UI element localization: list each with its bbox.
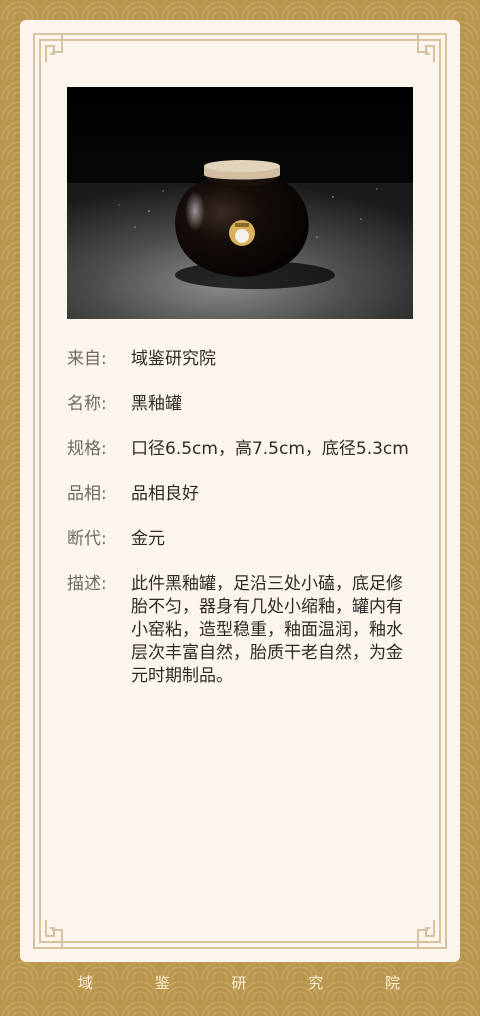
detail-row-name: 名称: 黑釉罐 xyxy=(67,393,417,416)
detail-value: 品相良好 xyxy=(131,484,199,504)
jar-image xyxy=(67,87,413,319)
detail-label: 描述: xyxy=(67,574,107,594)
item-photo xyxy=(67,87,413,319)
detail-value: 金元 xyxy=(131,529,165,549)
detail-value: 口径6.5cm，高7.5cm，底径5.3cm xyxy=(131,439,409,459)
footer-char: 研 xyxy=(231,973,249,992)
detail-label: 品相: xyxy=(67,484,107,504)
footer-char: 究 xyxy=(308,973,326,992)
detail-value: 域鉴研究院 xyxy=(131,349,216,369)
detail-value: 此件黑釉罐，足沿三处小磕，底足修胎不匀，器身有几处小缩釉，罐内有小窑粘，造型稳重… xyxy=(131,574,403,686)
detail-row-condition: 品相: 品相良好 xyxy=(67,483,417,506)
detail-row-dating: 断代: 金元 xyxy=(67,528,417,551)
footer-char: 鉴 xyxy=(154,973,172,992)
footer-char: 域 xyxy=(77,973,95,992)
detail-row-description: 描述: 此件黑釉罐，足沿三处小磕，底足修胎不匀，器身有几处小缩釉，罐内有小窑粘，… xyxy=(67,573,417,688)
detail-row-source: 来自: 域鉴研究院 xyxy=(67,348,417,371)
footer-char: 院 xyxy=(385,973,403,992)
detail-value: 黑釉罐 xyxy=(131,394,182,414)
item-card: 来自: 域鉴研究院 名称: 黑釉罐 规格: 口径6.5cm，高7.5cm，底径5… xyxy=(20,20,460,962)
footer-brand: 域 鉴 研 究 院 xyxy=(0,962,480,1002)
detail-label: 名称: xyxy=(67,394,107,414)
detail-label: 来自: xyxy=(67,349,107,369)
item-details: 来自: 域鉴研究院 名称: 黑釉罐 规格: 口径6.5cm，高7.5cm，底径5… xyxy=(67,348,417,710)
detail-label: 规格: xyxy=(67,439,107,459)
detail-row-spec: 规格: 口径6.5cm，高7.5cm，底径5.3cm xyxy=(67,438,417,461)
detail-label: 断代: xyxy=(67,529,107,549)
